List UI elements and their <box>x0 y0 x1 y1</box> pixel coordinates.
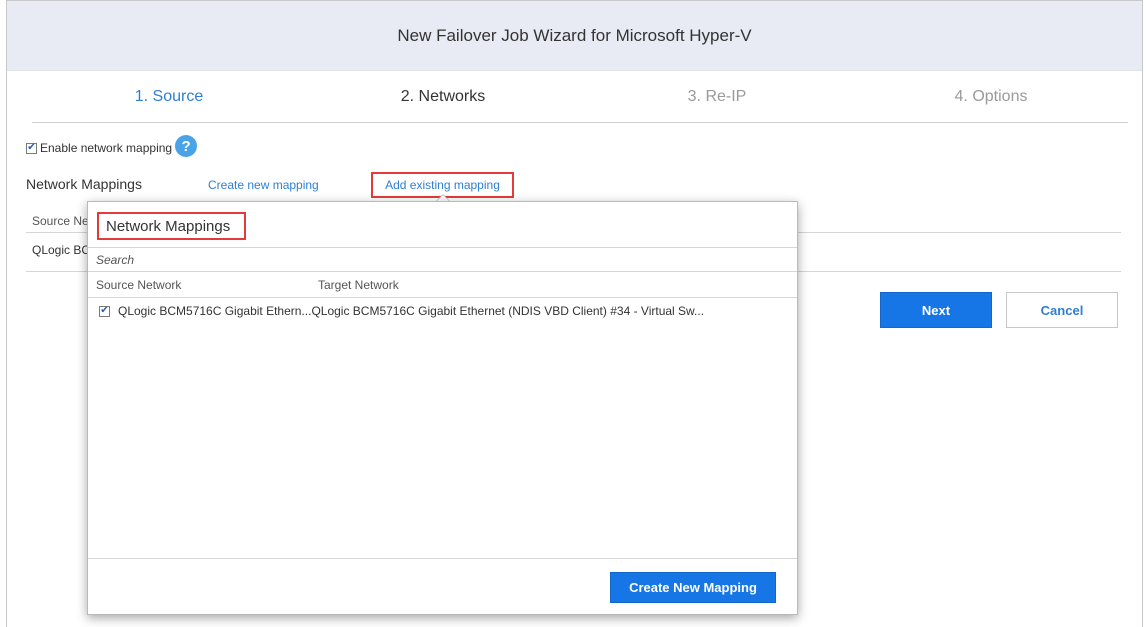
enable-network-mapping-checkbox[interactable]: ✔ <box>26 142 37 154</box>
network-mappings-header: Network Mappings <box>26 176 142 192</box>
step-source[interactable]: 1. Source <box>32 71 306 122</box>
mapping-row-checkbox[interactable]: ✔ <box>99 305 110 317</box>
mapping-source-network: QLogic BCM5716C Gigabit Ethern... <box>118 304 312 318</box>
network-mappings-popup: Network Mappings Search Source Network T… <box>87 201 798 615</box>
enable-network-mapping-row: ✔ Enable network mapping ? <box>26 135 198 157</box>
create-new-mapping-link[interactable]: Create new mapping <box>208 178 319 192</box>
popup-footer: Create New Mapping <box>88 558 797 614</box>
window-title: New Failover Job Wizard for Microsoft Hy… <box>7 1 1142 71</box>
cancel-button[interactable]: Cancel <box>1006 292 1118 328</box>
step-options[interactable]: 4. Options <box>854 71 1128 122</box>
wizard-steps: 1. Source 2. Networks 3. Re-IP 4. Option… <box>32 71 1128 123</box>
help-icon[interactable]: ? <box>175 135 198 157</box>
enable-network-mapping-label: Enable network mapping <box>40 141 173 155</box>
next-button[interactable]: Next <box>880 292 992 328</box>
mapping-target-network: QLogic BCM5716C Gigabit Ethernet (NDIS V… <box>311 304 705 318</box>
create-new-mapping-button[interactable]: Create New Mapping <box>610 572 776 603</box>
mapping-list-item[interactable]: ✔ QLogic BCM5716C Gigabit Ethern... QLogi… <box>88 300 797 322</box>
step-networks[interactable]: 2. Networks <box>306 71 580 122</box>
step-re-ip[interactable]: 3. Re-IP <box>580 71 854 122</box>
target-network-column-header[interactable]: Target Network <box>318 278 399 292</box>
search-input[interactable]: Search <box>88 247 797 272</box>
popup-title: Network Mappings <box>97 212 246 240</box>
source-network-column-header[interactable]: Source Network <box>96 278 181 292</box>
popup-column-headers: Source Network Target Network <box>88 272 797 298</box>
